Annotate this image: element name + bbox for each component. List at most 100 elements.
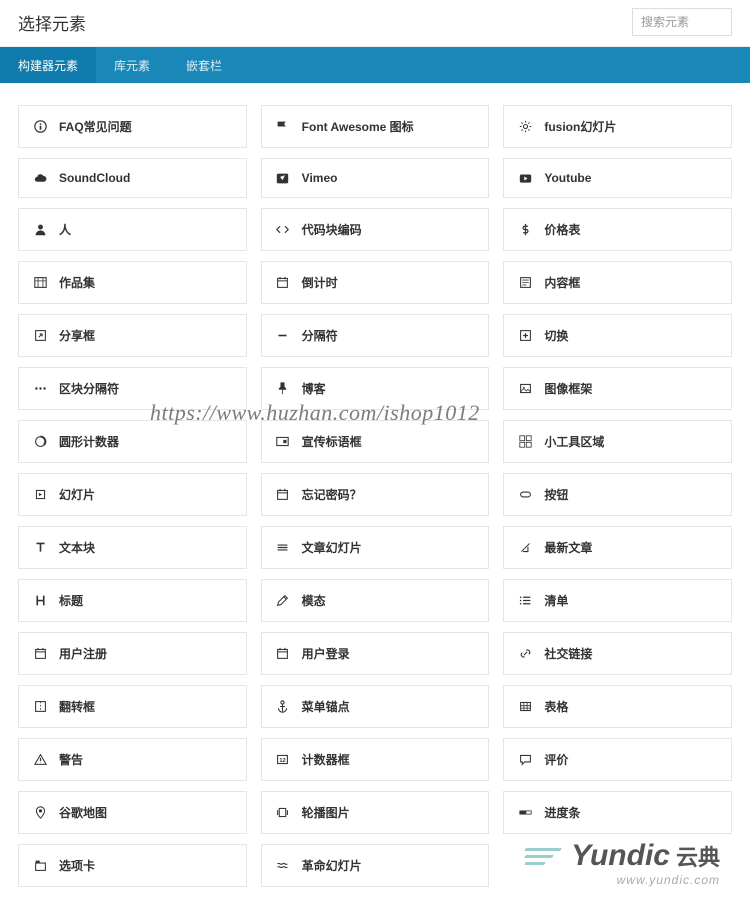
element-item-label: SoundCloud xyxy=(59,171,130,185)
slides-icon xyxy=(33,488,47,502)
element-item[interactable]: 分隔符 xyxy=(261,314,490,357)
element-item[interactable]: 选项卡 xyxy=(18,844,247,887)
element-item-label: 幻灯片 xyxy=(59,486,95,503)
element-item-label: 倒计时 xyxy=(302,274,338,291)
element-item[interactable]: 内容框 xyxy=(503,261,732,304)
element-item[interactable]: Vimeo xyxy=(261,158,490,198)
tab-library-elements[interactable]: 库元素 xyxy=(96,47,168,83)
element-item[interactable]: 幻灯片 xyxy=(18,473,247,516)
element-item[interactable]: 菜单锚点 xyxy=(261,685,490,728)
element-item[interactable]: 文章幻灯片 xyxy=(261,526,490,569)
calendar-icon xyxy=(276,488,290,502)
share-icon xyxy=(33,329,47,343)
element-item[interactable]: 表格 xyxy=(503,685,732,728)
element-item-label: 文章幻灯片 xyxy=(302,539,362,556)
element-item-label: 宣传标语框 xyxy=(302,433,362,450)
element-item[interactable]: 圆形计数器 xyxy=(18,420,247,463)
element-item[interactable]: 革命幻灯片 xyxy=(261,844,490,887)
youtube-icon xyxy=(518,171,532,185)
element-item-label: 评价 xyxy=(544,751,568,768)
element-item[interactable]: fusion幻灯片 xyxy=(503,105,732,148)
element-item-label: Youtube xyxy=(544,171,591,185)
element-item[interactable]: 轮播图片 xyxy=(261,791,490,834)
map-icon xyxy=(33,806,47,820)
warning-icon xyxy=(33,753,47,767)
element-item[interactable]: 价格表 xyxy=(503,208,732,251)
element-item-label: 表格 xyxy=(544,698,568,715)
portfolio-icon xyxy=(33,276,47,290)
element-item-label: 选项卡 xyxy=(59,857,95,874)
element-item[interactable]: 进度条 xyxy=(503,791,732,834)
code-icon xyxy=(276,223,290,237)
element-item[interactable]: 小工具区域 xyxy=(503,420,732,463)
element-item-label: 代码块编码 xyxy=(302,221,362,238)
element-item[interactable]: Youtube xyxy=(503,158,732,198)
element-item-label: 轮播图片 xyxy=(302,804,350,821)
element-item[interactable]: 模态 xyxy=(261,579,490,622)
element-item[interactable]: SoundCloud xyxy=(18,158,247,198)
element-item-label: 进度条 xyxy=(544,804,580,821)
element-item[interactable]: 作品集 xyxy=(18,261,247,304)
element-item[interactable]: 切换 xyxy=(503,314,732,357)
dots-icon xyxy=(33,382,47,396)
feather-icon xyxy=(518,541,532,555)
element-item[interactable]: 人 xyxy=(18,208,247,251)
info-icon xyxy=(33,120,47,134)
element-item[interactable]: 最新文章 xyxy=(503,526,732,569)
element-item[interactable]: 谷歌地图 xyxy=(18,791,247,834)
element-item[interactable]: 忘记密码？ xyxy=(261,473,490,516)
element-item-label: 谷歌地图 xyxy=(59,804,107,821)
element-item[interactable]: 评价 xyxy=(503,738,732,781)
search-input[interactable] xyxy=(632,8,732,36)
element-item-label: 内容框 xyxy=(544,274,580,291)
dollar-icon xyxy=(518,223,532,237)
element-item[interactable]: Font Awesome 图标 xyxy=(261,105,490,148)
element-item[interactable]: 倒计时 xyxy=(261,261,490,304)
wave-icon xyxy=(276,859,290,873)
element-item[interactable]: 图像框架 xyxy=(503,367,732,410)
element-item[interactable]: 区块分隔符 xyxy=(18,367,247,410)
pushpin-icon xyxy=(276,382,290,396)
element-item[interactable]: FAQ常见问题 xyxy=(18,105,247,148)
tagline-icon xyxy=(276,435,290,449)
toggle-icon xyxy=(518,329,532,343)
calendar-icon xyxy=(276,647,290,661)
element-item[interactable]: 按钮 xyxy=(503,473,732,516)
element-item[interactable]: 翻转框 xyxy=(18,685,247,728)
element-item-label: 最新文章 xyxy=(544,539,592,556)
elements-grid: FAQ常见问题 Font Awesome 图标 fusion幻灯片 SoundClou… xyxy=(0,83,750,907)
element-item-label: 标题 xyxy=(59,592,83,609)
element-item-label: 博客 xyxy=(302,380,326,397)
element-item[interactable]: 用户注册 xyxy=(18,632,247,675)
calendar-icon xyxy=(276,276,290,290)
tab-builder-elements[interactable]: 构建器元素 xyxy=(0,47,96,83)
progress-icon xyxy=(518,806,532,820)
element-item[interactable]: 警告 xyxy=(18,738,247,781)
element-item[interactable]: 代码块编码 xyxy=(261,208,490,251)
table-icon xyxy=(518,700,532,714)
calendar-icon xyxy=(33,647,47,661)
element-item[interactable]: 宣传标语框 xyxy=(261,420,490,463)
page-title: 选择元素 xyxy=(18,10,86,35)
element-item[interactable]: 标题 xyxy=(18,579,247,622)
vimeo-icon xyxy=(276,171,290,185)
element-item[interactable]: 文本块 xyxy=(18,526,247,569)
layers-icon xyxy=(276,541,290,555)
flip-icon xyxy=(33,700,47,714)
element-item[interactable]: 分享框 xyxy=(18,314,247,357)
element-item[interactable]: 计数器框 xyxy=(261,738,490,781)
gear-icon xyxy=(518,120,532,134)
element-item[interactable]: 用户登录 xyxy=(261,632,490,675)
content-box-icon xyxy=(518,276,532,290)
element-item-label: 计数器框 xyxy=(302,751,350,768)
element-item[interactable]: 博客 xyxy=(261,367,490,410)
edit-icon xyxy=(276,594,290,608)
element-item-label: 区块分隔符 xyxy=(59,380,119,397)
element-item-label: 用户登录 xyxy=(302,645,350,662)
element-item[interactable]: 社交链接 xyxy=(503,632,732,675)
comment-icon xyxy=(518,753,532,767)
element-item-label: 人 xyxy=(59,221,71,238)
element-item[interactable]: 清单 xyxy=(503,579,732,622)
tab-nested-columns[interactable]: 嵌套栏 xyxy=(168,47,240,83)
element-item-label: 用户注册 xyxy=(59,645,107,662)
